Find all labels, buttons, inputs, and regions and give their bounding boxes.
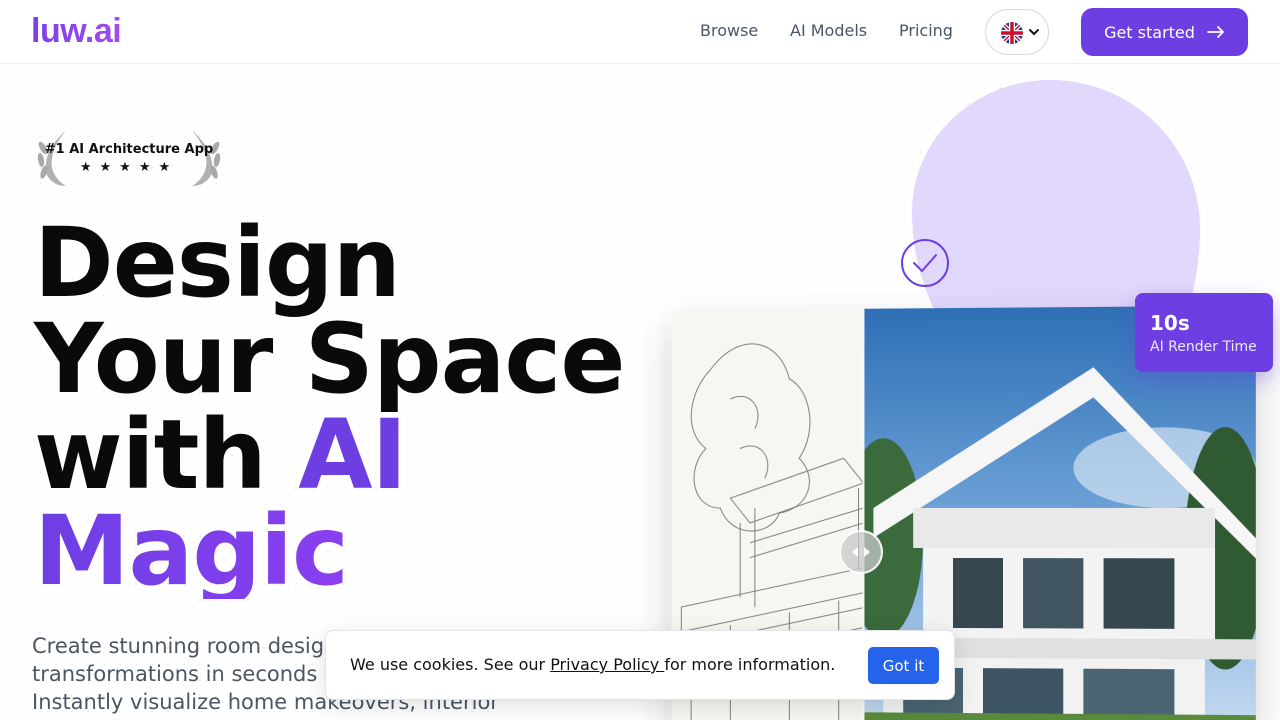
- award-title: #1 AI Architecture App: [44, 142, 214, 157]
- arrow-right-icon: [1207, 26, 1224, 38]
- award-badge: #1 AI Architecture App ★★★★★: [34, 126, 224, 188]
- nav-browse[interactable]: Browse: [700, 21, 758, 40]
- hero-line-1: Design: [34, 207, 401, 319]
- hero-line-4: Magic: [34, 495, 349, 607]
- privacy-policy-link[interactable]: Privacy Policy: [550, 655, 664, 674]
- cookie-text-after: for more information.: [664, 655, 836, 674]
- get-started-label: Get started: [1104, 22, 1195, 42]
- chevron-down-icon: [1029, 29, 1039, 36]
- render-time-label: AI Render Time: [1150, 339, 1257, 355]
- hero-line-2: Your Space: [34, 303, 625, 415]
- render-time-value: 10s: [1150, 311, 1190, 335]
- rating-stars: ★★★★★: [79, 160, 179, 175]
- cookie-text-before: We use cookies. See our: [350, 655, 551, 674]
- get-started-button[interactable]: Get started: [1081, 8, 1248, 56]
- drag-arrows-icon: [852, 547, 870, 557]
- nav-ai-models[interactable]: AI Models: [790, 21, 867, 40]
- cookie-banner: We use cookies. See our Privacy Policy f…: [325, 630, 955, 700]
- laurel-icon: [37, 130, 221, 186]
- nav-pricing[interactable]: Pricing: [899, 21, 953, 40]
- top-navbar: luw.ai Browse AI Models Pricing Get star…: [0, 0, 1280, 64]
- check-circle-icon: [901, 239, 949, 287]
- render-time-card: 10s AI Render Time: [1135, 293, 1273, 372]
- language-selector[interactable]: [985, 9, 1049, 55]
- cookie-message: We use cookies. See our Privacy Policy f…: [350, 655, 835, 674]
- cookie-accept-button[interactable]: Got it: [868, 647, 939, 684]
- comparison-slider-handle[interactable]: [839, 530, 883, 574]
- uk-flag-icon: [1001, 22, 1023, 44]
- logo[interactable]: luw.ai: [31, 12, 122, 51]
- hero-line-3: with AI: [34, 407, 407, 503]
